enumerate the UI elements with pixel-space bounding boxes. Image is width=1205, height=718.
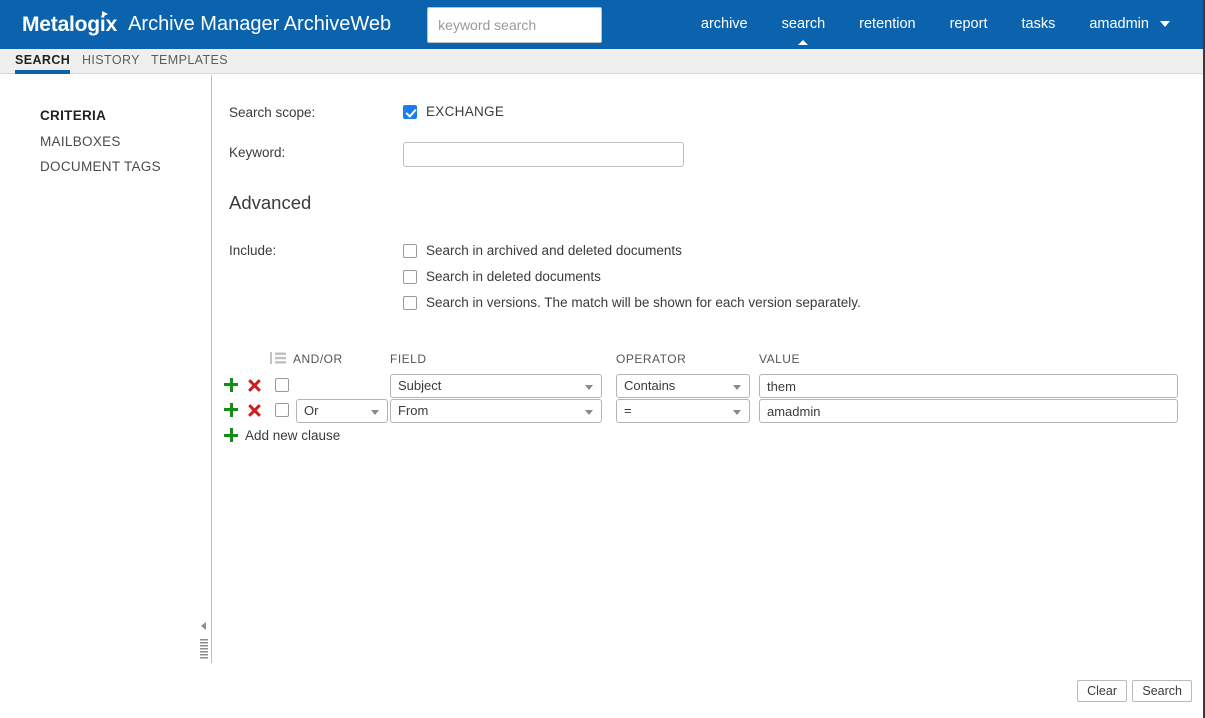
add-new-clause-label: Add new clause xyxy=(245,427,341,443)
top-navigation: archive search retention report tasks am… xyxy=(684,0,1203,49)
clause-andor-select[interactable]: Or xyxy=(296,399,388,423)
clause-field-select[interactable]: From xyxy=(390,399,602,423)
column-header-field: FIELD xyxy=(390,352,427,366)
tab-search[interactable]: SEARCH xyxy=(15,49,71,74)
clause-field-select[interactable]: Subject xyxy=(390,374,602,398)
sidebar-item-document-tags[interactable]: DOCUMENT TAGS xyxy=(40,159,161,174)
clause-value-input[interactable] xyxy=(759,374,1178,398)
nav-label-archive: archive xyxy=(700,16,748,32)
clause-row-checkbox[interactable] xyxy=(275,378,289,392)
clear-button[interactable]: Clear xyxy=(1077,680,1127,702)
column-header-andor: AND/OR xyxy=(293,352,343,366)
clause-operator-select[interactable]: Contains xyxy=(616,374,750,398)
tab-search-label: SEARCH xyxy=(15,53,71,67)
tab-history[interactable]: HISTORY xyxy=(82,49,140,74)
advanced-section-title: Advanced xyxy=(229,192,312,213)
add-new-clause-button[interactable]: Add new clause xyxy=(224,425,340,445)
include-archived-deleted-label: Search in archived and deleted documents xyxy=(426,243,682,258)
metalogix-logo: Metalogix xyxy=(22,10,117,37)
clause-field-value: Subject xyxy=(398,378,442,393)
include-deleted-row[interactable]: Search in deleted documents xyxy=(403,269,601,284)
keyword-label: Keyword: xyxy=(229,145,286,160)
nav-item-tasks[interactable]: tasks xyxy=(1004,0,1072,49)
scope-exchange-row[interactable]: EXCHANGE xyxy=(403,104,504,119)
clause-field-value: From xyxy=(398,403,429,418)
clause-operator-value: = xyxy=(624,403,632,418)
include-deleted-label: Search in deleted documents xyxy=(426,269,601,284)
tab-history-label: HISTORY xyxy=(82,53,140,67)
clause-operator-select[interactable]: = xyxy=(616,399,750,423)
nav-label-report: report xyxy=(949,16,988,32)
include-archived-deleted-row[interactable]: Search in archived and deleted documents xyxy=(403,243,682,258)
sidebar-label-document-tags: DOCUMENT TAGS xyxy=(40,159,161,174)
keyword-field[interactable] xyxy=(403,142,684,167)
nav-label-user: amadmin xyxy=(1089,16,1149,32)
chevron-down-icon xyxy=(1160,21,1170,28)
search-scope-label: Search scope: xyxy=(229,105,316,120)
top-header-bar: Metalogix Archive Manager ArchiveWeb arc… xyxy=(0,0,1203,49)
nav-active-caret-up-icon xyxy=(798,40,809,45)
include-label: Include: xyxy=(229,243,277,258)
nav-item-archive[interactable]: archive xyxy=(684,0,765,49)
clause-operator-value: Contains xyxy=(624,378,676,393)
clause-value-input[interactable] xyxy=(759,399,1178,423)
chevron-down-icon xyxy=(733,385,741,390)
sidebar-label-mailboxes: MAILBOXES xyxy=(40,134,121,149)
select-all-list-icon[interactable] xyxy=(270,352,286,364)
keyword-search-input[interactable] xyxy=(427,6,603,43)
nav-label-search: search xyxy=(781,16,826,32)
chevron-down-icon xyxy=(585,410,593,415)
nav-label-retention: retention xyxy=(859,16,916,32)
include-versions-row[interactable]: Search in versions. The match will be sh… xyxy=(403,295,861,310)
footer-bar: Clear Search xyxy=(0,663,1203,718)
scope-exchange-label: EXCHANGE xyxy=(426,104,505,119)
chevron-down-icon xyxy=(733,410,741,415)
nav-item-report[interactable]: report xyxy=(933,0,1005,49)
tab-templates[interactable]: TEMPLATES xyxy=(151,49,228,74)
tab-active-underline xyxy=(15,70,71,74)
chevron-down-icon xyxy=(585,385,593,390)
column-header-operator: OPERATOR xyxy=(616,352,687,366)
include-versions-checkbox[interactable] xyxy=(403,295,417,310)
add-clause-icon[interactable] xyxy=(224,401,238,419)
remove-clause-icon[interactable] xyxy=(246,376,262,394)
clause-andor-value: Or xyxy=(304,403,319,418)
app-title: Archive Manager ArchiveWeb xyxy=(128,13,392,35)
chevron-down-icon xyxy=(371,410,379,415)
search-button[interactable]: Search xyxy=(1132,680,1192,702)
main-content: Search scope: EXCHANGE Keyword: Advanced… xyxy=(199,75,1203,677)
nav-label-tasks: tasks xyxy=(1021,16,1056,32)
add-clause-icon[interactable] xyxy=(224,376,238,394)
sidebar-item-mailboxes[interactable]: MAILBOXES xyxy=(40,134,121,149)
column-header-value: VALUE xyxy=(759,352,800,366)
include-deleted-checkbox[interactable] xyxy=(403,269,417,284)
tab-bar: SEARCH HISTORY TEMPLATES xyxy=(0,49,1203,74)
scope-exchange-checkbox[interactable] xyxy=(403,104,417,119)
include-archived-deleted-checkbox[interactable] xyxy=(403,243,417,258)
clause-row-checkbox[interactable] xyxy=(275,403,289,417)
remove-clause-icon[interactable] xyxy=(246,401,262,419)
splitter-grip-icon[interactable] xyxy=(199,639,208,660)
sidebar-item-criteria[interactable]: CRITERIA xyxy=(40,108,106,123)
logo-flag-icon xyxy=(102,10,109,17)
sidebar-label-criteria: CRITERIA xyxy=(40,108,107,123)
collapse-left-arrow-icon[interactable] xyxy=(201,622,206,630)
nav-item-user-menu[interactable]: amadmin xyxy=(1072,0,1187,49)
tab-templates-label: TEMPLATES xyxy=(151,53,228,67)
nav-item-search[interactable]: search xyxy=(765,0,843,49)
nav-item-retention[interactable]: retention xyxy=(842,0,932,49)
include-versions-label: Search in versions. The match will be sh… xyxy=(426,295,861,310)
application-window: Metalogix Archive Manager ArchiveWeb arc… xyxy=(0,0,1205,718)
plus-icon xyxy=(224,428,238,442)
left-sidebar: CRITERIA MAILBOXES DOCUMENT TAGS xyxy=(0,75,212,663)
